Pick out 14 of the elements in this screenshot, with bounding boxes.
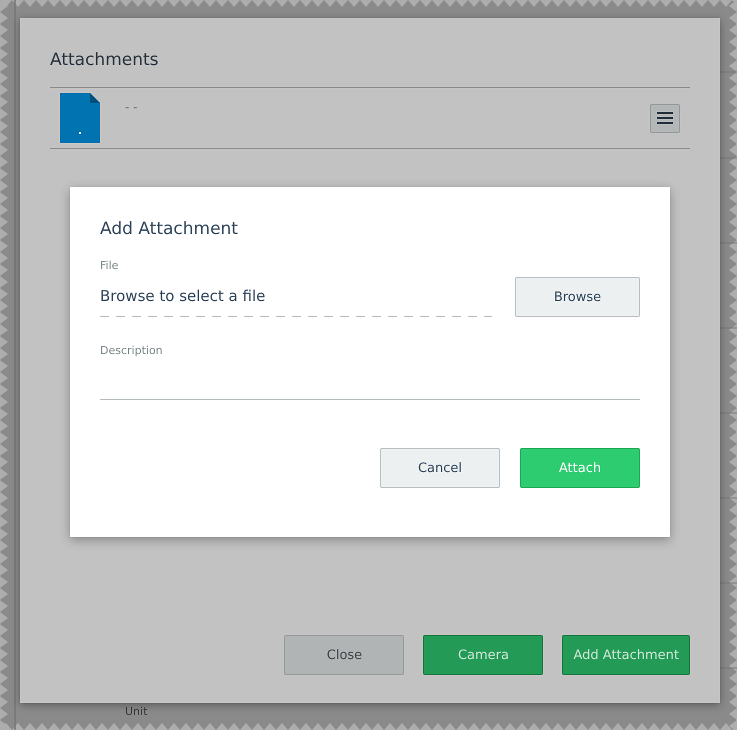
attachment-caption: - - [125, 99, 138, 115]
dialog-button[interactable]: Add Attachment [562, 635, 690, 675]
dialog-button[interactable]: Cancel [380, 448, 500, 488]
row-label: Unit [125, 705, 148, 718]
dialog-button[interactable]: Close [284, 635, 404, 675]
field-label: Description [100, 343, 163, 359]
browse-button[interactable]: Browse [515, 277, 640, 317]
dialog-title: Add Attachment [100, 218, 239, 241]
panel-title: Attachments [50, 49, 160, 72]
dialog-button[interactable]: Camera [423, 635, 544, 675]
menu-icon [657, 112, 673, 124]
menu-button[interactable] [650, 104, 680, 132]
field-label: File [100, 258, 118, 274]
file-icon [60, 93, 100, 143]
